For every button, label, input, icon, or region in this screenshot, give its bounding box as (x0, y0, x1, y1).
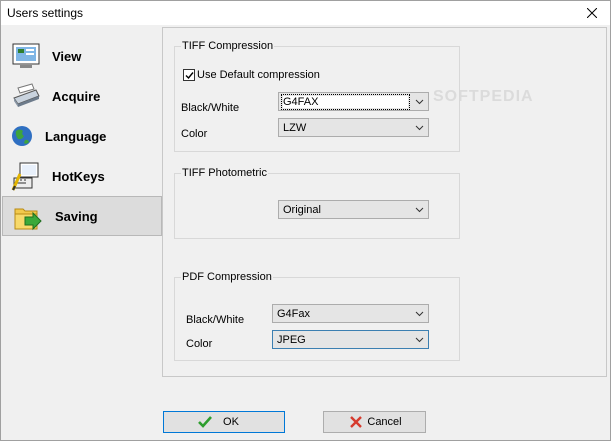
tiff-color-value: LZW (283, 122, 307, 134)
pdf-compression-title: PDF Compression (181, 271, 273, 283)
globe-icon (12, 126, 32, 146)
settings-nav: View Acquire Language HotKeys Saving (2, 36, 162, 236)
window-title: Users settings (7, 6, 84, 20)
pdf-color-value: JPEG (277, 334, 306, 346)
nav-label-language: Language (45, 128, 107, 144)
pdf-bw-select[interactable]: G4Fax (272, 304, 429, 323)
scanner-icon (13, 83, 40, 107)
nav-item-view[interactable]: View (2, 36, 162, 76)
close-button[interactable] (574, 1, 610, 25)
nav-label-saving: Saving (55, 208, 98, 224)
pdf-bw-label: Black/White (186, 314, 245, 326)
tiff-photometric-select[interactable]: Original (278, 200, 429, 219)
nav-label-acquire: Acquire (52, 88, 101, 104)
nav-label-view: View (52, 48, 82, 64)
chevron-down-icon (415, 311, 424, 317)
checkmark-icon (198, 416, 212, 428)
pdf-color-label: Color (186, 338, 213, 350)
title-bar: Users settings (1, 1, 610, 25)
tiff-bw-value: G4FAX (280, 94, 411, 110)
ok-button[interactable]: OK (163, 411, 285, 433)
pdf-color-select[interactable]: JPEG (272, 330, 429, 349)
pdf-compression-group: PDF Compression Black/White G4Fax Color … (174, 271, 460, 361)
saving-icon (14, 208, 42, 231)
chevron-down-icon (415, 99, 424, 105)
tiff-color-select[interactable]: LZW (278, 118, 429, 137)
nav-item-hotkeys[interactable]: HotKeys (2, 156, 162, 196)
view-icon (12, 43, 40, 68)
tiff-photometric-group: TIFF Photometric Original (174, 167, 460, 239)
nav-item-acquire[interactable]: Acquire (2, 76, 162, 116)
ok-button-label: OK (223, 416, 239, 428)
nav-label-hotkeys: HotKeys (52, 168, 105, 184)
tiff-bw-label: Black/White (181, 102, 240, 114)
tiff-compression-title: TIFF Compression (181, 40, 275, 52)
tiff-photometric-title: TIFF Photometric (181, 167, 268, 179)
use-default-compression-checkbox[interactable] (183, 69, 195, 81)
close-icon (587, 8, 597, 18)
hotkeys-icon (11, 162, 39, 191)
nav-item-saving[interactable]: Saving (2, 196, 162, 236)
use-default-compression-label: Use Default compression (197, 69, 320, 81)
close-icon (350, 416, 362, 428)
nav-item-language[interactable]: Language (2, 116, 162, 156)
settings-window: Users settings View Acquire Language Hot… (0, 0, 611, 441)
tiff-compression-group: TIFF Compression Use Default compression… (174, 40, 460, 152)
cancel-button[interactable]: Cancel (323, 411, 426, 433)
checkmark-icon (185, 72, 194, 80)
chevron-down-icon (415, 207, 424, 213)
chevron-down-icon (415, 337, 424, 343)
tiff-color-label: Color (181, 128, 208, 140)
tiff-photometric-value: Original (283, 204, 321, 216)
cancel-button-label: Cancel (367, 416, 402, 428)
settings-panel: SOFTPEDIA TIFF Compression Use Default c… (162, 27, 607, 377)
pdf-bw-value: G4Fax (277, 308, 311, 320)
chevron-down-icon (415, 125, 424, 131)
tiff-bw-select[interactable]: G4FAX (278, 92, 429, 111)
